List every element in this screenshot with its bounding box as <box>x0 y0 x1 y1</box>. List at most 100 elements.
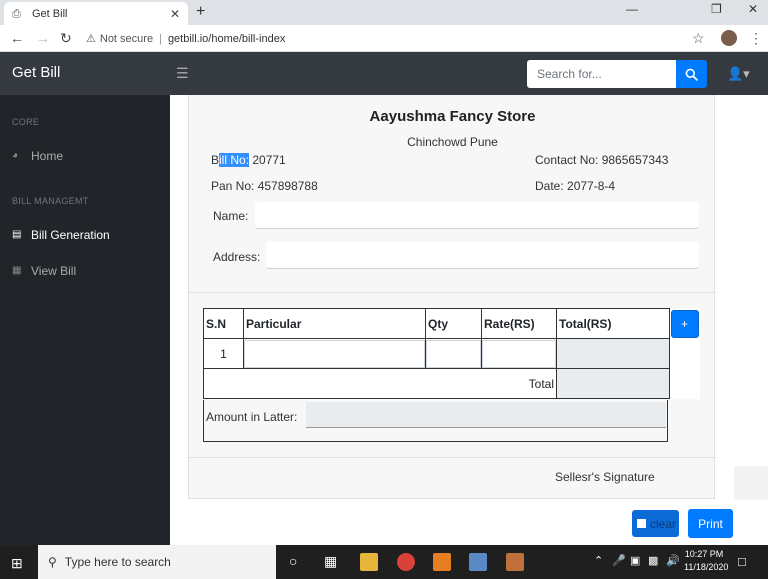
divider <box>189 292 716 293</box>
windows-taskbar: ⊞ ⚲ Type here to search ○ ▦ ⌃ 🎤 ▣ ▩ 🔊 10… <box>0 545 768 579</box>
camera-icon[interactable]: ▣ <box>630 554 640 567</box>
print-button[interactable]: Print <box>688 509 733 538</box>
window-close-icon[interactable]: ✕ <box>748 2 758 16</box>
main-content: Aayushma Fancy Store Chinchowd Pune Bill… <box>170 95 768 545</box>
seller-signature-label: Sellesr's Signature <box>555 470 655 484</box>
total-row: Total <box>203 368 700 399</box>
minimize-icon[interactable]: — <box>626 2 638 16</box>
table-header: Total(RS) <box>556 308 670 339</box>
scroll-placeholder <box>734 466 768 500</box>
search-icon <box>685 68 698 81</box>
amount-in-words-label: Amount in Latter: <box>206 410 298 424</box>
sidebar-heading-bill: BILL MANAGEMT <box>12 196 89 206</box>
warning-icon: ⚠ <box>86 33 96 45</box>
search-input[interactable] <box>527 60 676 88</box>
checkbox-icon <box>637 519 646 528</box>
search-button[interactable] <box>676 60 707 88</box>
taskbar-search-text: Type here to search <box>64 555 171 569</box>
sidebar-item-label: Home <box>31 149 64 163</box>
sidebar-item-label: Bill Generation <box>31 228 110 242</box>
taskbar-clock[interactable]: 10:27 PM 11/18/2020 <box>684 548 729 574</box>
not-secure-label: Not secure <box>99 32 154 45</box>
clear-button[interactable]: clear <box>632 510 679 537</box>
chrome-icon[interactable] <box>397 553 415 571</box>
qty-input[interactable] <box>426 339 481 368</box>
menu-toggle-icon[interactable]: ☰ <box>176 65 189 82</box>
url-text: getbill.io/home/bill-index <box>167 32 286 45</box>
browser-tab[interactable]: ⎙ Get Bill ✕ <box>4 2 188 25</box>
row-total-cell <box>556 338 670 369</box>
contact-number: Contact No: 9865657343 <box>535 153 669 167</box>
browser-menu-icon[interactable]: ⋮ <box>749 30 763 47</box>
table-row: 1 <box>203 338 700 369</box>
notifications-icon[interactable]: □ <box>738 554 746 569</box>
sidebar: CORE ◕ Home BILL MANAGEMT ▤ Bill Generat… <box>0 95 170 545</box>
total-label: Total <box>203 368 557 399</box>
tray-chevron-icon[interactable]: ⌃ <box>594 554 603 567</box>
network-icon[interactable]: ▩ <box>648 554 658 567</box>
qty-cell <box>425 338 482 369</box>
clock-date: 11/18/2020 <box>684 562 729 572</box>
particular-cell <box>243 338 426 369</box>
microphone-icon[interactable]: 🎤 <box>612 554 626 567</box>
name-label: Name: <box>213 209 249 223</box>
chart-icon: ▤ <box>12 229 22 240</box>
sublime-text-icon[interactable] <box>433 553 451 571</box>
sidebar-item-bill-generation[interactable]: ▤ Bill Generation <box>12 228 110 242</box>
address-bar: ← → ↻ ⚠ Not secure | getbill.io/home/bil… <box>0 25 768 52</box>
name-field[interactable] <box>255 202 699 229</box>
brand-title[interactable]: Get Bill <box>12 64 60 81</box>
taskbar-search[interactable]: ⚲ Type here to search <box>38 545 276 579</box>
table-icon: ▦ <box>12 265 22 276</box>
bill-items-table: S.N Particular Qty Rate(RS) Total(RS) + … <box>203 308 700 399</box>
address-label: Address: <box>213 250 261 264</box>
forward-icon[interactable]: → <box>36 30 50 46</box>
bill-no-value: 20771 <box>249 153 286 167</box>
empty-cell <box>670 369 700 399</box>
dashboard-icon: ◕ <box>12 150 19 161</box>
app-icon[interactable] <box>506 553 524 571</box>
search-icon: ⚲ <box>48 555 57 569</box>
windows-start-icon[interactable]: ⊞ <box>11 555 23 572</box>
profile-avatar[interactable] <box>721 30 737 46</box>
reload-icon[interactable]: ↻ <box>60 30 72 47</box>
url-separator: | <box>159 32 162 45</box>
user-dropdown-icon[interactable]: 👤▾ <box>727 66 750 82</box>
table-header: Rate(RS) <box>481 308 557 339</box>
back-icon[interactable]: ← <box>10 30 24 46</box>
amount-in-words-row: Amount in Latter: <box>203 400 668 442</box>
clock-time: 10:27 PM <box>684 549 724 559</box>
bill-no-selected-text: ill No: <box>219 153 250 167</box>
add-row-button[interactable]: + <box>670 309 699 338</box>
browser-tab-bar: ⎙ Get Bill ✕ + — ❐ ✕ <box>0 0 768 25</box>
table-header: Qty <box>425 308 482 339</box>
new-tab-button[interactable]: + <box>196 3 205 21</box>
divider <box>189 457 716 458</box>
rate-cell <box>481 338 557 369</box>
particular-input[interactable] <box>244 339 425 368</box>
amount-in-words-field[interactable] <box>306 402 666 428</box>
sidebar-item-home[interactable]: ◕ Home <box>12 149 63 163</box>
restore-icon[interactable]: ❐ <box>711 2 722 16</box>
bill-no-prefix: B <box>211 153 220 167</box>
url-field[interactable]: ⚠ Not secure | getbill.io/home/bill-inde… <box>86 28 714 49</box>
clear-label: clear <box>650 516 677 531</box>
empty-cell <box>670 339 700 369</box>
app-icon[interactable] <box>469 553 487 571</box>
sidebar-item-view-bill[interactable]: ▦ View Bill <box>12 264 76 278</box>
sidebar-item-label: View Bill <box>31 264 77 278</box>
volume-icon[interactable]: 🔊 <box>666 554 680 567</box>
rate-input[interactable] <box>482 339 556 368</box>
task-view-icon[interactable]: ▦ <box>324 553 337 570</box>
address-field[interactable] <box>266 242 699 269</box>
bill-date: Date: 2077-8-4 <box>535 179 616 193</box>
grand-total-field <box>556 368 670 399</box>
file-explorer-icon[interactable] <box>360 553 378 571</box>
cortana-icon[interactable]: ○ <box>289 553 297 569</box>
table-header-row: S.N Particular Qty Rate(RS) Total(RS) + <box>203 308 700 339</box>
printer-icon: ⎙ <box>12 7 21 20</box>
tab-title: Get Bill <box>32 7 68 20</box>
sn-cell: 1 <box>203 338 244 369</box>
close-tab-icon[interactable]: ✕ <box>170 7 180 21</box>
bookmark-star-icon[interactable]: ☆ <box>692 30 705 47</box>
